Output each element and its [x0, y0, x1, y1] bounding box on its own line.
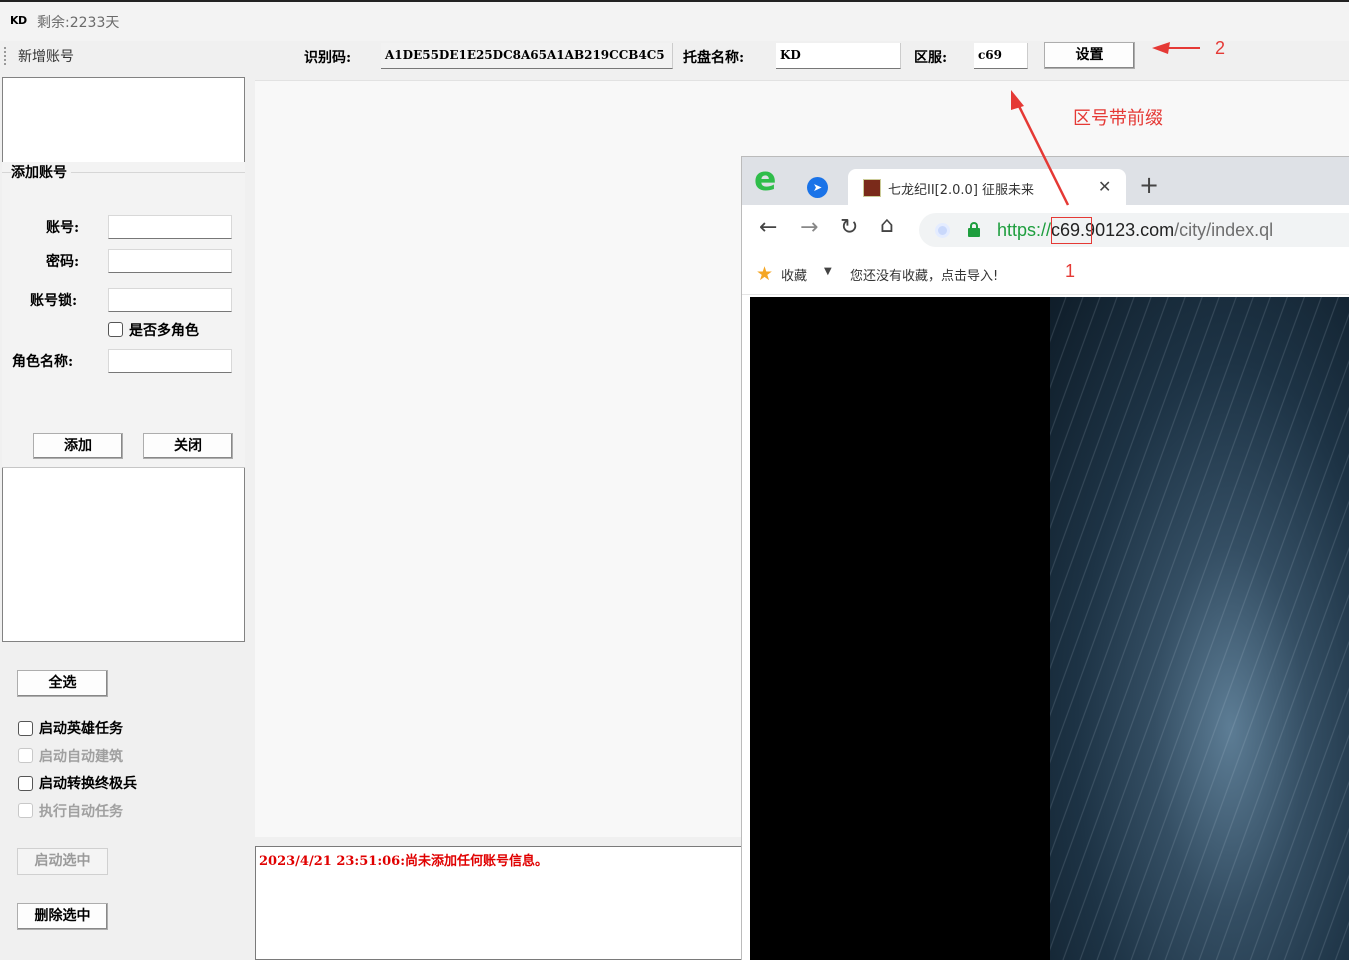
auto-task-checkbox[interactable] [18, 803, 33, 818]
delete-selected-button[interactable]: 删除选中 [17, 903, 108, 930]
account-label: 账号: [46, 220, 80, 236]
site-info-icon[interactable] [935, 223, 950, 238]
zone-label: 区服: [914, 50, 948, 66]
convert-troops-label: 启动转换终极兵 [39, 776, 137, 792]
id-field[interactable]: A1DE55DE1E25DC8A65A1AB219CCB4C5 [381, 43, 673, 69]
auto-build-checkbox[interactable] [18, 748, 33, 763]
tray-name-field[interactable]: KD [776, 43, 901, 69]
account-list[interactable] [2, 77, 245, 163]
nav-bar: ← → ↻ ⌂ https://c69.90123.com/city/index… [742, 205, 1349, 253]
bookmarks-hint[interactable]: 您还没有收藏，点击导入! [850, 265, 998, 284]
close-button[interactable]: 关闭 [143, 433, 233, 459]
bookmarks-label[interactable]: 收藏 [781, 265, 807, 284]
toolbar: 新增账号 识别码: A1DE55DE1E25DC8A65A1AB219CCB4C… [0, 41, 1349, 71]
bookmarks-bar: ★ 收藏 ▼ 您还没有收藏，点击导入! [742, 253, 1349, 295]
password-input[interactable] [108, 249, 232, 273]
url-text[interactable]: https://c69.90123.com/city/index.ql [997, 220, 1273, 241]
start-selected-button[interactable]: 启动选中 [17, 848, 108, 875]
hero-task-checkbox[interactable] [18, 721, 33, 736]
game-background-image [1050, 297, 1349, 960]
tab-title: 七龙纪II[2.0.0] 征服未来 [888, 183, 1035, 198]
url-highlight-box [1051, 217, 1092, 244]
multi-role-label: 是否多角色 [129, 323, 199, 339]
select-all-button[interactable]: 全选 [17, 670, 108, 697]
url-protocol: https:// [997, 220, 1052, 240]
add-button[interactable]: 添加 [33, 433, 123, 459]
send-icon[interactable]: ➤ [807, 177, 828, 198]
group-title: 添加账号 [11, 162, 71, 182]
dropdown-arrow-icon[interactable]: ▼ [824, 266, 832, 277]
tab-strip: e ➤ 七龙纪II[2.0.0] 征服未来 ✕ + [742, 157, 1349, 206]
new-account-menu[interactable]: 新增账号 [18, 46, 74, 66]
annotation-note: 区号带前缀 [1073, 108, 1163, 129]
url-path: /city/index.ql [1174, 220, 1274, 240]
account-list-lower[interactable] [2, 468, 245, 642]
hero-task-label: 启动英雄任务 [39, 721, 123, 737]
account-lock-input[interactable] [108, 288, 232, 312]
title-bar: KD 剩余:2233天 [0, 0, 1349, 41]
address-bar[interactable]: https://c69.90123.com/city/index.ql [919, 213, 1349, 247]
lock-icon [968, 222, 980, 237]
zone-field[interactable]: c69 [974, 43, 1028, 69]
forward-icon[interactable]: → [800, 215, 818, 240]
browser-window: e ➤ 七龙纪II[2.0.0] 征服未来 ✕ + ← → ↻ ⌂ https:… [741, 156, 1349, 960]
annotation-marker-2: 2 [1215, 38, 1226, 58]
back-icon[interactable]: ← [759, 215, 777, 240]
log-message: 2023/4/21 23:51:06:尚未添加任何账号信息。 [259, 854, 549, 869]
close-tab-icon[interactable]: ✕ [1098, 177, 1111, 196]
game-favicon-icon [863, 179, 881, 197]
account-lock-label: 账号锁: [30, 293, 78, 309]
browser-logo-icon: e [754, 159, 777, 198]
log-box[interactable]: 2023/4/21 23:51:06:尚未添加任何账号信息。 [255, 846, 745, 960]
window-title: 剩余:2233天 [37, 15, 120, 31]
home-icon[interactable]: ⌂ [880, 213, 894, 238]
account-input[interactable] [108, 215, 232, 239]
password-label: 密码: [46, 254, 80, 270]
page-content[interactable] [750, 297, 1349, 960]
settings-button[interactable]: 设置 [1044, 42, 1135, 69]
new-tab-icon[interactable]: + [1139, 171, 1159, 199]
tray-label: 托盘名称: [683, 50, 745, 66]
add-account-group: 添加账号 账号: 密码: 账号锁: 是否多角色 角色名称: 添加 关闭 [2, 162, 245, 468]
browser-tab[interactable]: 七龙纪II[2.0.0] 征服未来 ✕ [848, 169, 1126, 206]
app-logo: KD [10, 14, 27, 27]
reload-icon[interactable]: ↻ [840, 215, 858, 240]
id-label: 识别码: [304, 50, 352, 66]
annotation-marker-1: 1 [1065, 261, 1076, 281]
role-name-label: 角色名称: [12, 354, 74, 370]
multi-role-checkbox[interactable] [108, 322, 123, 337]
star-icon[interactable]: ★ [756, 263, 773, 285]
auto-build-label: 启动自动建筑 [39, 749, 123, 765]
toolbar-grip[interactable] [4, 47, 7, 65]
convert-troops-checkbox[interactable] [18, 776, 33, 791]
role-name-input[interactable] [108, 349, 232, 373]
auto-task-label: 执行自动任务 [39, 804, 123, 820]
